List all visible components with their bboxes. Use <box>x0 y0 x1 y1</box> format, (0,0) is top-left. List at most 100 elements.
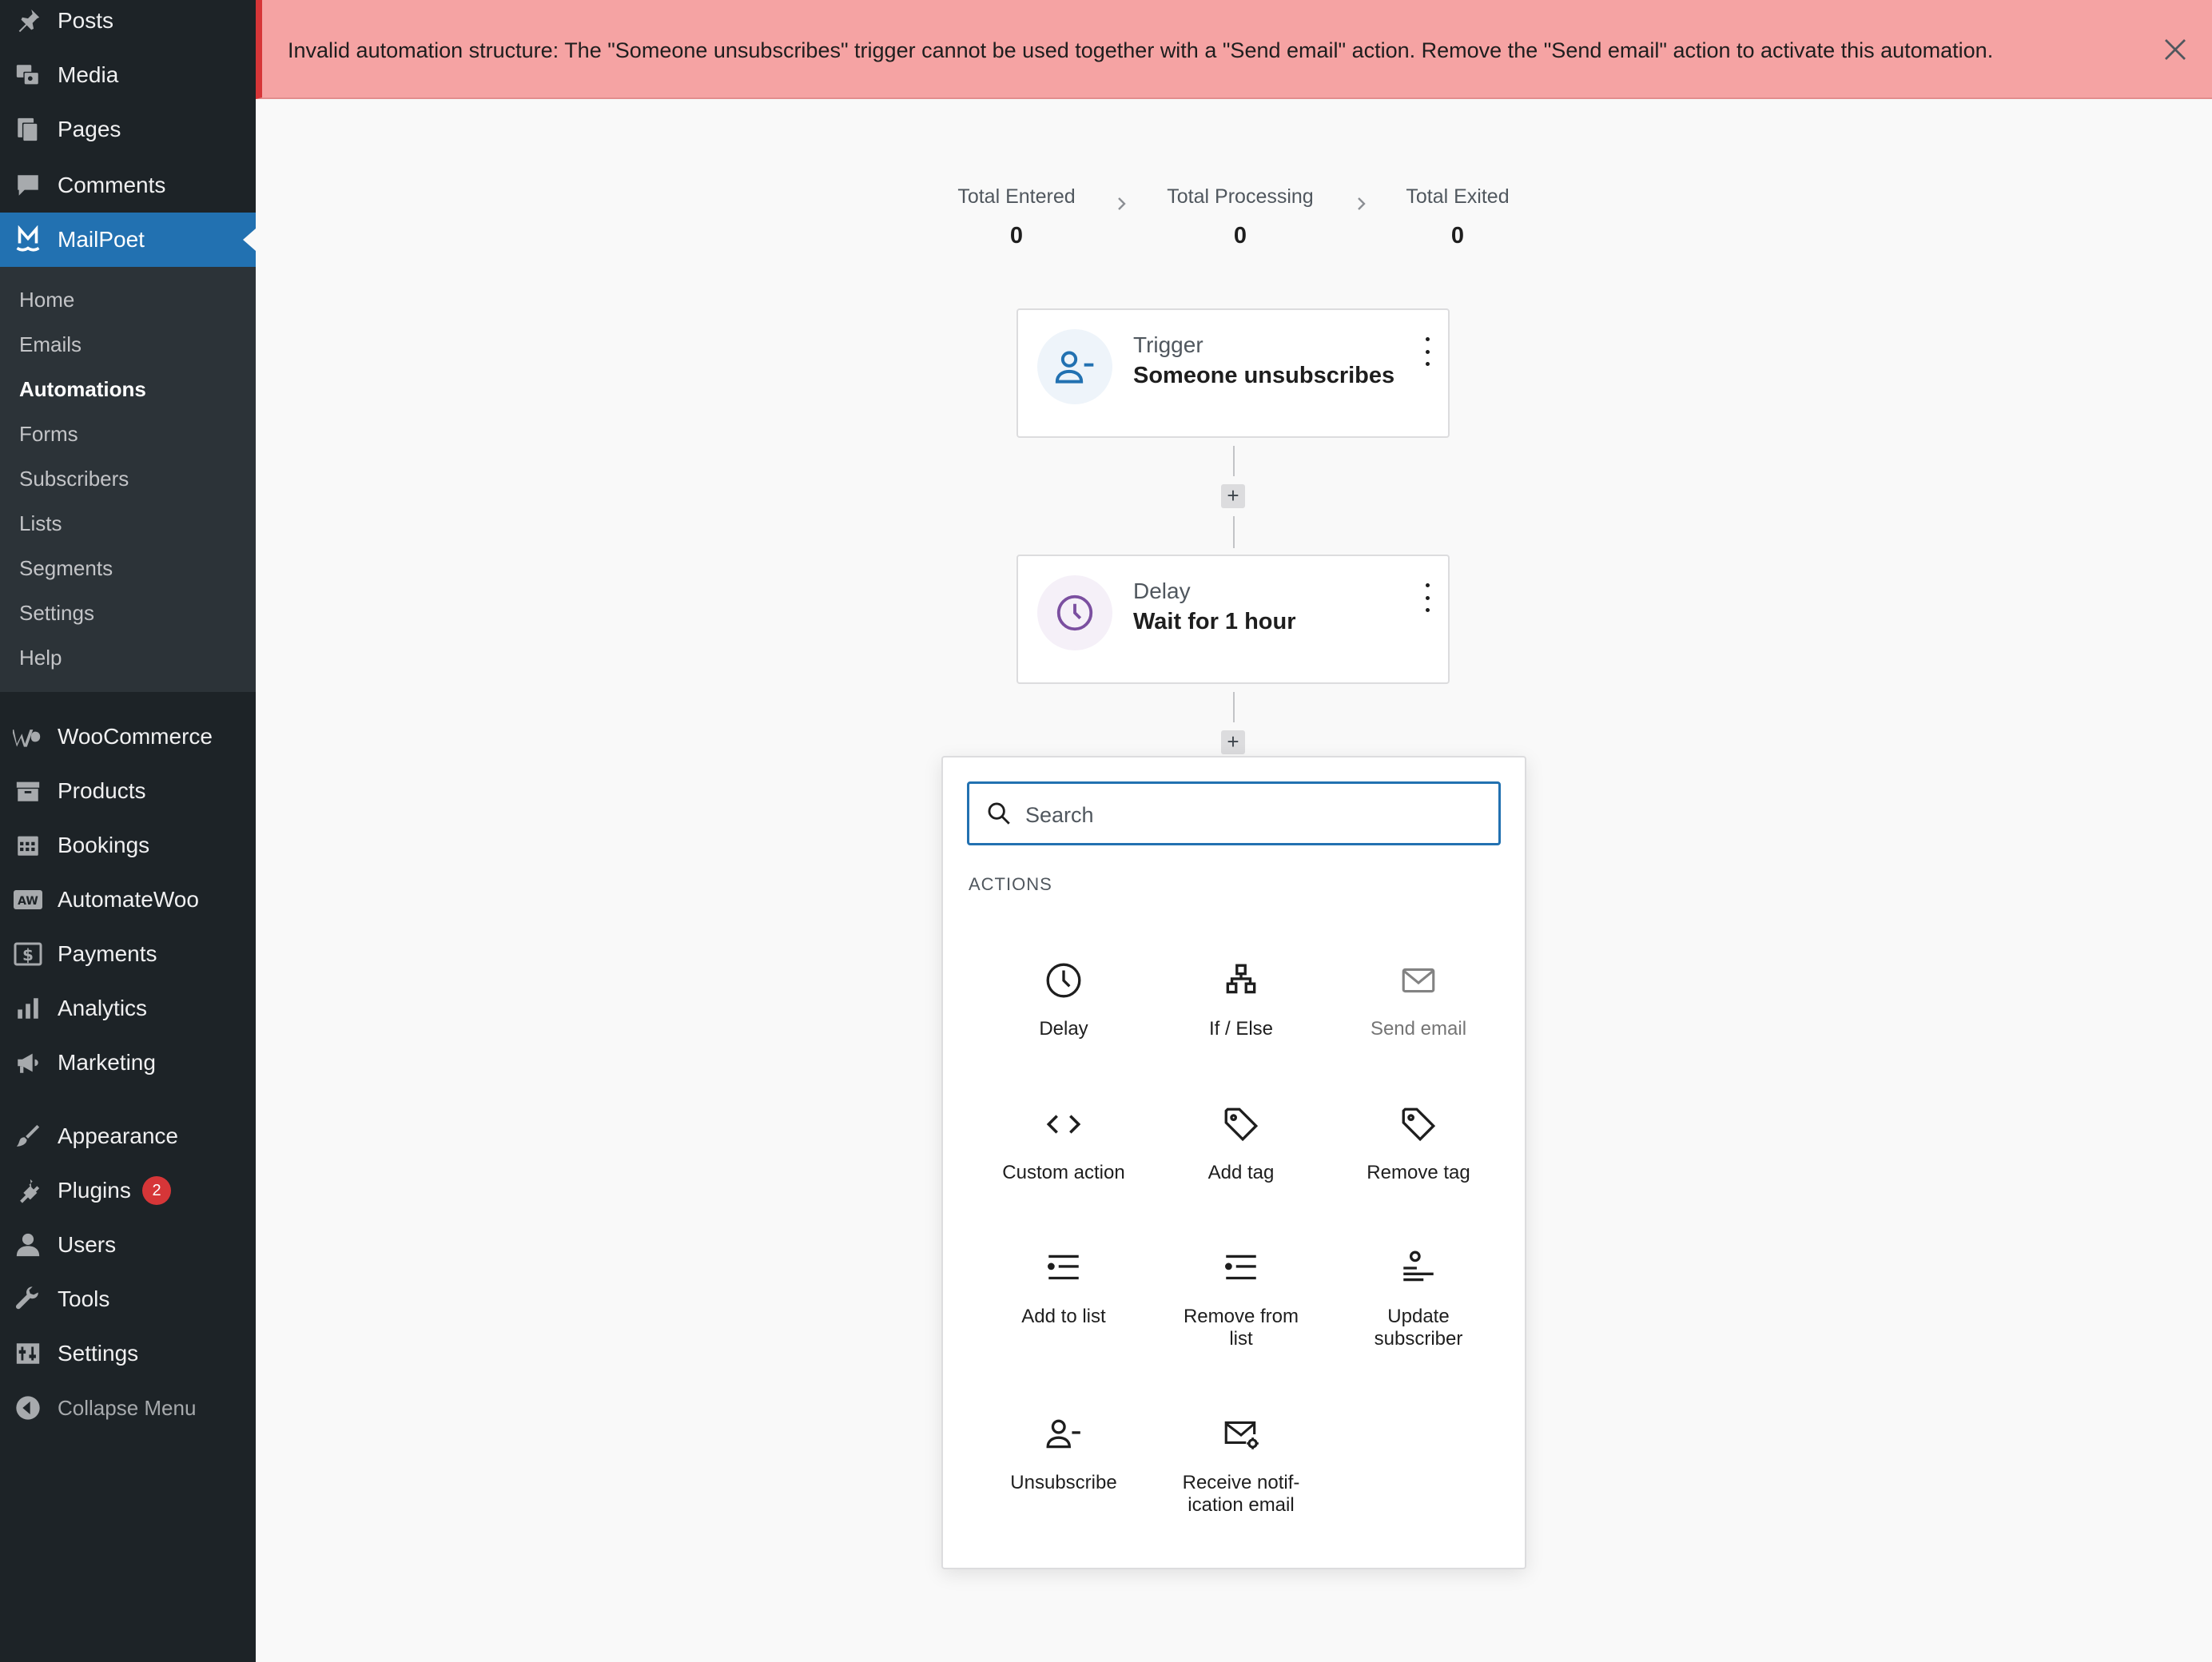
active-indicator <box>243 229 256 251</box>
stat-total-exited: Total Exited 0 <box>1370 185 1546 249</box>
action-label: Unsubscribe <box>1010 1472 1117 1493</box>
action-unsubscribe[interactable]: Unsubscribe <box>975 1392 1152 1520</box>
menu-item-settings[interactable]: Settings <box>0 1326 256 1381</box>
menu-item-comments[interactable]: Comments <box>0 158 256 213</box>
action-if-else[interactable]: If / Else <box>1152 938 1330 1066</box>
media-icon <box>12 59 44 91</box>
add-step-button[interactable]: + <box>1221 484 1245 508</box>
settings-icon <box>12 1338 44 1370</box>
actions-heading: ACTIONS <box>969 874 1052 894</box>
user-icon <box>12 1229 44 1261</box>
menu-label: Products <box>58 778 146 803</box>
action-label: If / Else <box>1208 1018 1274 1040</box>
menu-item-payments[interactable]: $ Payments <box>0 927 256 981</box>
chevron-right-icon <box>1112 192 1132 216</box>
menu-item-mailpoet[interactable]: MailPoet <box>0 213 256 267</box>
envelope-icon <box>1398 960 1438 1000</box>
stat-value: 0 <box>1233 223 1247 249</box>
submenu-segments[interactable]: Segments <box>19 556 113 581</box>
menu-item-appearance[interactable]: Appearance <box>0 1109 256 1163</box>
step-type-label: Trigger <box>1133 332 1203 357</box>
action-receive-notification-email[interactable]: Receive notif-ication email <box>1152 1392 1330 1520</box>
branch-icon <box>1221 960 1261 1000</box>
search-icon <box>985 800 1013 827</box>
plugins-update-badge: 2 <box>142 1176 171 1205</box>
menu-item-products[interactable]: Products <box>0 764 256 818</box>
list-icon <box>1221 1248 1261 1288</box>
megaphone-icon <box>12 1047 44 1079</box>
action-send-email[interactable]: Send email <box>1330 938 1507 1066</box>
more-options-icon[interactable] <box>1418 583 1437 612</box>
chart-icon <box>12 992 44 1024</box>
menu-label: Collapse Menu <box>58 1395 197 1420</box>
add-step-button[interactable]: + <box>1221 730 1245 754</box>
collapse-menu-button[interactable]: Collapse Menu <box>0 1381 256 1435</box>
submenu-home[interactable]: Home <box>19 288 74 312</box>
update-subscriber-icon <box>1398 1248 1438 1288</box>
action-update-subscriber[interactable]: Update subscriber <box>1330 1226 1507 1354</box>
action-add-to-list[interactable]: Add to list <box>975 1226 1152 1354</box>
stat-value: 0 <box>1450 223 1465 249</box>
menu-label: Settings <box>58 1341 139 1366</box>
menu-label: AutomateWoo <box>58 887 199 912</box>
stat-total-entered: Total Entered 0 <box>929 185 1104 249</box>
menu-label: Analytics <box>58 996 148 1020</box>
submenu-subscribers[interactable]: Subscribers <box>19 467 129 491</box>
step-inserter-panel: ACTIONS Delay If / Else Send email Custo… <box>941 756 1526 1569</box>
menu-label: Marketing <box>58 1050 156 1075</box>
action-label: Add to list <box>1021 1306 1106 1327</box>
trigger-step-card[interactable]: Trigger Someone unsubscribes <box>1016 308 1450 438</box>
menu-item-users[interactable]: Users <box>0 1218 256 1272</box>
action-label: Add tag <box>1207 1162 1275 1183</box>
plug-icon <box>12 1175 44 1207</box>
wrench-icon <box>12 1283 44 1315</box>
mailpoet-submenu: Home Emails Automations Forms Subscriber… <box>0 267 256 692</box>
menu-label: Tools <box>58 1286 110 1311</box>
menu-item-analytics[interactable]: Analytics <box>0 981 256 1036</box>
more-options-icon[interactable] <box>1418 337 1437 366</box>
menu-label: WooCommerce <box>58 724 213 749</box>
menu-item-marketing[interactable]: Marketing <box>0 1036 256 1090</box>
menu-label: Bookings <box>58 833 150 857</box>
step-connector <box>1233 446 1235 476</box>
menu-label: Plugins <box>58 1178 131 1203</box>
step-connector <box>1233 516 1235 548</box>
calendar-icon <box>12 829 44 861</box>
collapse-arrow-icon <box>12 1392 44 1424</box>
close-icon[interactable] <box>2161 35 2190 64</box>
menu-item-tools[interactable]: Tools <box>0 1272 256 1326</box>
chevron-right-icon <box>1352 192 1371 216</box>
submenu-lists[interactable]: Lists <box>19 511 62 536</box>
menu-label: Comments <box>58 173 166 197</box>
archive-icon <box>12 775 44 807</box>
menu-item-posts[interactable]: Posts <box>0 0 256 48</box>
menu-item-media[interactable]: Media <box>0 48 256 102</box>
menu-label: Pages <box>58 117 121 141</box>
action-remove-tag[interactable]: Remove tag <box>1330 1082 1507 1210</box>
menu-label: Appearance <box>58 1123 179 1148</box>
user-minus-icon <box>1044 1414 1084 1454</box>
menu-item-automatewoo[interactable]: AW AutomateWoo <box>0 873 256 927</box>
search-input[interactable] <box>1024 793 1490 837</box>
action-custom-action[interactable]: Custom action <box>975 1082 1152 1210</box>
error-notice: Invalid automation structure: The "Someo… <box>256 0 2212 99</box>
action-add-tag[interactable]: Add tag <box>1152 1082 1330 1210</box>
user-minus-icon <box>1037 329 1112 404</box>
submenu-forms[interactable]: Forms <box>19 422 78 447</box>
action-remove-from-list[interactable]: Remove from list <box>1152 1226 1330 1354</box>
menu-item-plugins[interactable]: Plugins 2 <box>0 1163 256 1218</box>
submenu-automations[interactable]: Automations <box>19 377 146 402</box>
submenu-settings[interactable]: Settings <box>19 601 94 626</box>
menu-item-bookings[interactable]: Bookings <box>0 818 256 873</box>
admin-sidebar: Posts Media Pages Comments MailPoet Home… <box>0 0 256 1662</box>
delay-step-card[interactable]: Delay Wait for 1 hour <box>1016 555 1450 684</box>
menu-item-pages[interactable]: Pages <box>0 102 256 157</box>
action-label: Delay <box>1039 1018 1088 1040</box>
stat-label: Total Entered <box>957 185 1076 208</box>
submenu-help[interactable]: Help <box>19 646 62 670</box>
menu-item-woocommerce[interactable]: WooCommerce <box>0 710 256 764</box>
step-name: Wait for 1 hour <box>1133 609 1296 634</box>
action-label: Custom action <box>1002 1162 1125 1183</box>
submenu-emails[interactable]: Emails <box>19 332 82 357</box>
action-delay[interactable]: Delay <box>975 938 1152 1066</box>
